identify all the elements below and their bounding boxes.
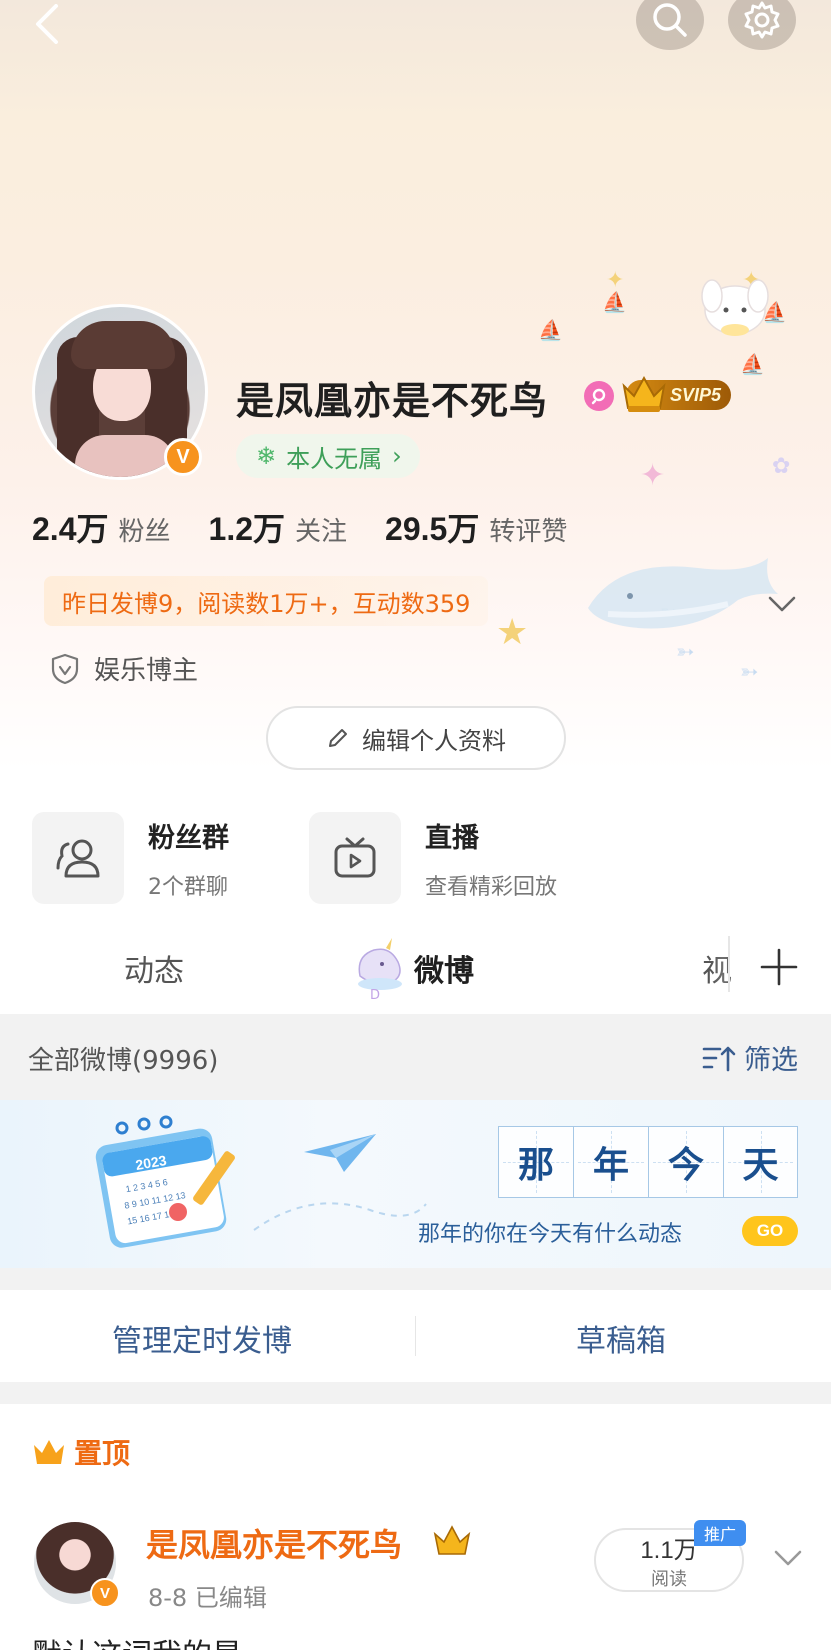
users-icon	[32, 812, 124, 904]
paper-plane-icon	[304, 1134, 376, 1172]
live-title: 直播	[425, 822, 479, 854]
activity-summary[interactable]: 昨日发博9，阅读数1万+，互动数359	[44, 576, 489, 626]
chevron-down-icon[interactable]	[770, 1542, 806, 1572]
throwback-subtitle: 那年的你在今天有什么动态	[418, 1222, 683, 1247]
stat-following[interactable]: 1.2万 关注	[209, 504, 348, 550]
reads-label: 阅读	[651, 1568, 687, 1590]
fans-group-subtitle: 2个群聊	[148, 874, 228, 900]
star-icon: ★	[496, 612, 529, 653]
female-gender-icon	[584, 381, 614, 411]
post-text[interactable]: 默认这词我的是	[32, 1630, 242, 1650]
pinned-text: 置顶	[74, 1437, 131, 1470]
status-text: 本人无属	[286, 444, 383, 473]
profile-banner: ✦ ✦ ⛵ ⛵ ⛵ ✦ ⛵ ☁ ✿ ★ ➳ ➳ ➳	[0, 0, 831, 770]
svip-crown-icon	[433, 1525, 471, 1555]
category-label: 娱乐博主	[94, 656, 199, 686]
throwback-char: 那	[498, 1126, 573, 1198]
fish-icon: ➳	[740, 660, 759, 685]
fans-group-title: 粉丝群	[148, 822, 229, 854]
paper-boat-icon: ⛵	[740, 352, 765, 376]
stat-interactions[interactable]: 29.5万 转评赞	[385, 504, 567, 550]
unicorn-mascot-icon	[358, 938, 402, 990]
bunny-sticker-icon	[701, 279, 769, 336]
filter-sort-icon	[702, 1046, 736, 1071]
live-card[interactable]: 直播 查看精彩回放	[309, 812, 557, 904]
throwback-title: 那 年 今 天	[498, 1126, 798, 1198]
section-gap	[0, 1268, 831, 1290]
throwback-char: 天	[723, 1126, 798, 1198]
back-button[interactable]	[22, 0, 72, 48]
post-meta: 8-8 已编辑	[148, 1584, 267, 1612]
search-icon	[653, 3, 687, 37]
tab-decoration: D	[370, 988, 383, 1003]
cloud-icon: ✿	[772, 454, 791, 479]
throwback-char: 今	[648, 1126, 723, 1198]
throwback-banner[interactable]: 2023 1 2 3 4 5 6 8 9 10 11 12 13 15 16 1…	[0, 1100, 831, 1268]
stat-label: 关注	[295, 517, 348, 547]
section-gap	[0, 1382, 831, 1404]
crown-icon	[622, 375, 666, 412]
all-weibo-count: 全部微博(9996)	[28, 1046, 219, 1076]
status-pill[interactable]: ❄ 本人无属 ›	[236, 434, 420, 478]
search-button[interactable]	[636, 0, 704, 50]
gear-icon	[744, 1, 780, 39]
tab-weibo[interactable]: 微博	[414, 946, 474, 990]
stat-fans[interactable]: 2.4万 粉丝	[32, 504, 171, 550]
post-author-name[interactable]: 是凤凰亦是不死鸟	[146, 1520, 402, 1566]
paper-boat-icon: ⛵	[602, 290, 627, 314]
pencil-icon	[329, 729, 347, 747]
manage-scheduled-posts-button[interactable]: 管理定时发博	[112, 1316, 292, 1360]
live-subtitle: 查看精彩回放	[425, 874, 558, 900]
drafts-button[interactable]: 草稿箱	[576, 1316, 666, 1360]
chevron-down-icon[interactable]	[764, 588, 800, 618]
tv-icon	[309, 812, 401, 904]
fans-group-card[interactable]: 粉丝群 2个群聊	[32, 812, 229, 904]
profile-stats: 2.4万 粉丝 1.2万 关注 29.5万 转评赞	[32, 504, 605, 550]
post-actions: 管理定时发博 草稿箱	[0, 1290, 831, 1382]
filter-label: 筛选	[744, 1045, 798, 1076]
calendar-illustration-icon: 2023 1 2 3 4 5 6 8 9 10 11 12 13 15 16 1…	[95, 1115, 235, 1248]
promote-badge[interactable]: 推广	[694, 1520, 746, 1546]
shield-icon	[51, 653, 79, 684]
verified-badge: V	[164, 438, 202, 476]
pinned-label: 置顶	[32, 1432, 130, 1472]
edit-profile-button[interactable]: 编辑个人资料	[266, 706, 566, 770]
filter-bar: 全部微博(9996) 筛选	[0, 1014, 831, 1100]
stat-label: 转评赞	[489, 517, 568, 547]
filter-button[interactable]: 筛选	[702, 1038, 798, 1077]
chevron-right-icon: ›	[392, 442, 402, 470]
tab-dynamic[interactable]: 动态	[124, 946, 184, 990]
category-tag[interactable]: 娱乐博主	[50, 650, 198, 687]
divider	[415, 1316, 416, 1356]
snowflake-icon: ❄	[256, 442, 277, 470]
chevron-left-icon	[36, 4, 58, 44]
stat-label: 粉丝	[118, 517, 171, 547]
dashed-trail-icon	[253, 1202, 427, 1231]
profile-tabs: 动态 微博 D 视	[0, 922, 831, 1012]
profile-username: 是凤凰亦是不死鸟	[236, 379, 549, 423]
tab-divider	[728, 936, 730, 992]
stat-number: 2.4万	[32, 511, 109, 547]
crown-icon	[34, 1440, 64, 1464]
edit-profile-label: 编辑个人资料	[362, 726, 506, 755]
settings-button[interactable]	[728, 0, 796, 50]
whale-illustration-icon	[588, 558, 778, 629]
plus-icon[interactable]	[754, 942, 804, 992]
pinned-post: 置顶 V 是凤凰亦是不死鸟 8-8 已编辑 1.1万 阅读 推广 默认这词我的是	[0, 1404, 831, 1650]
paper-boat-icon: ⛵	[538, 318, 563, 342]
stat-number: 29.5万	[385, 511, 480, 547]
go-button[interactable]: GO	[742, 1216, 798, 1246]
throwback-char: 年	[573, 1126, 648, 1198]
reads-number: 1.1万	[640, 1536, 698, 1564]
stat-number: 1.2万	[208, 511, 286, 547]
verified-badge: V	[90, 1578, 120, 1608]
sparkle-icon: ✦	[640, 458, 666, 493]
